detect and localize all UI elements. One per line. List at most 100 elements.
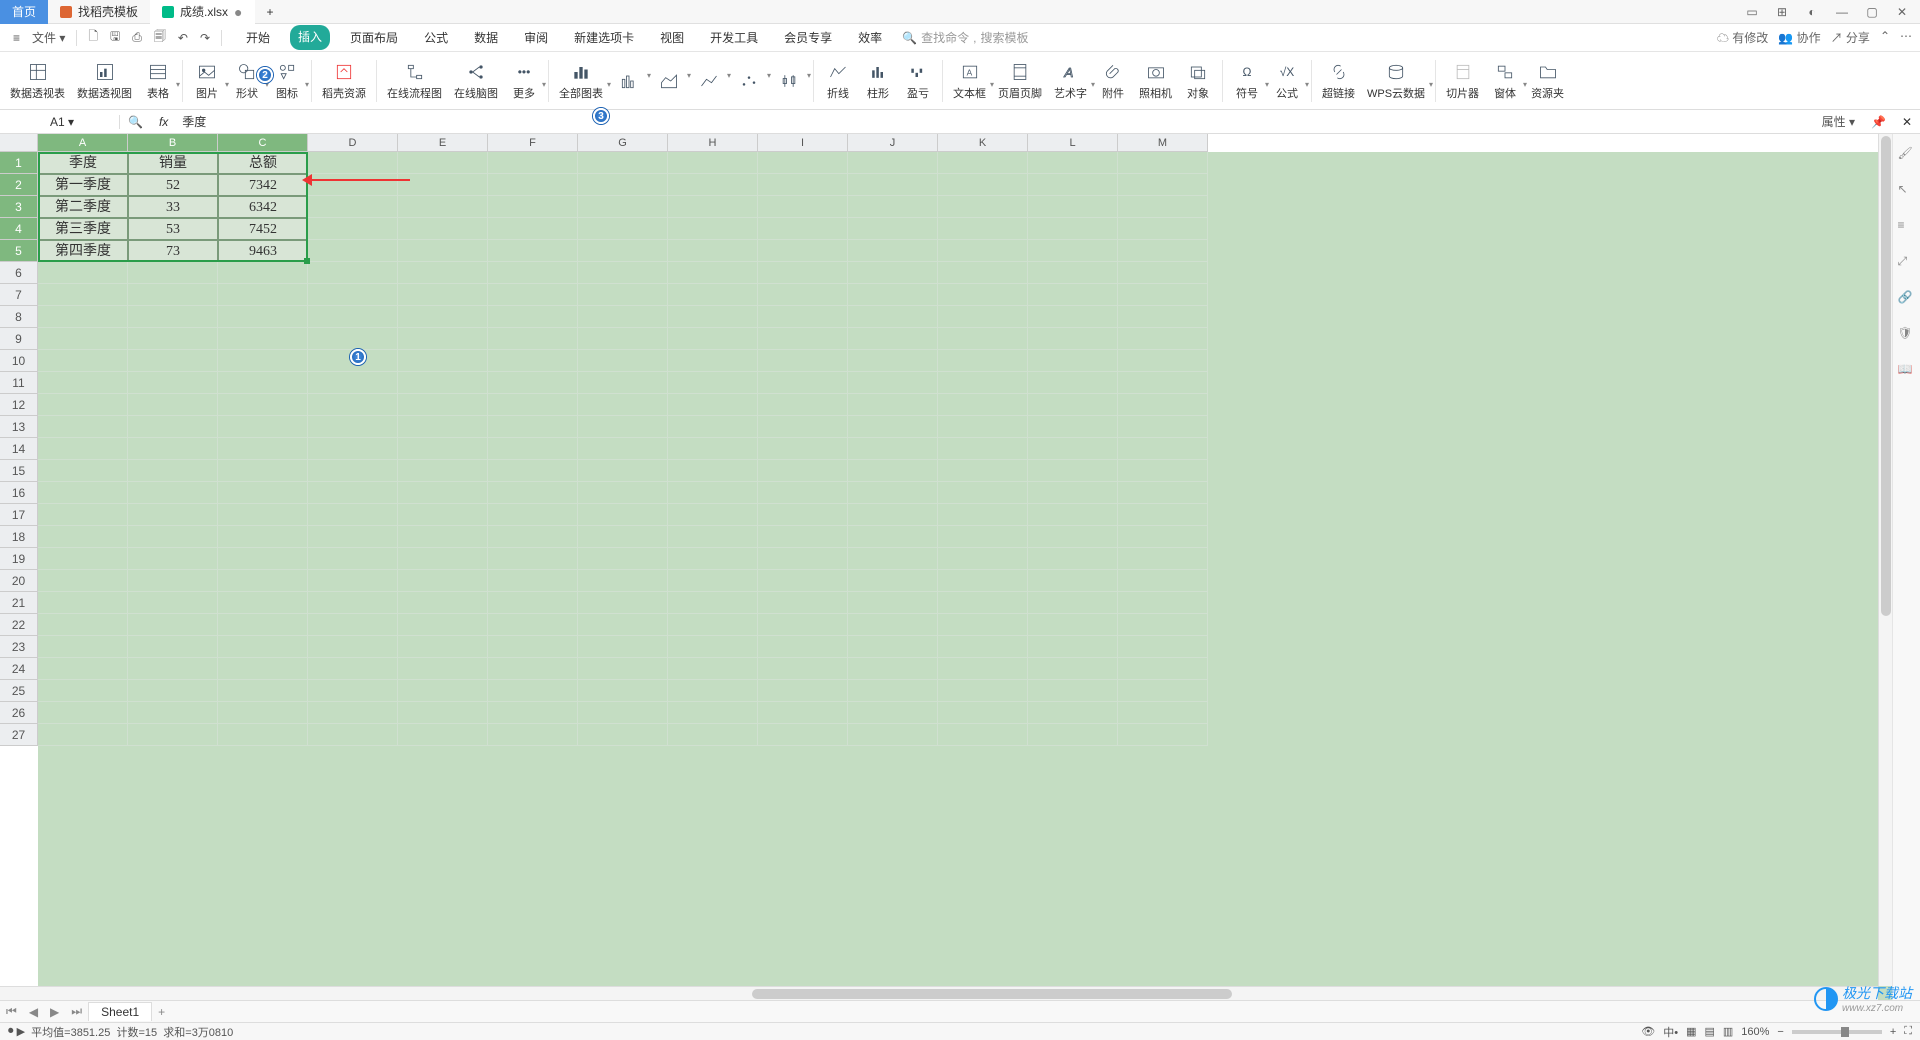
cell-A10[interactable] [38, 350, 128, 372]
cell-A8[interactable] [38, 306, 128, 328]
sheet-tab-1[interactable]: Sheet1 [88, 1002, 152, 1021]
cell-M12[interactable] [1118, 394, 1208, 416]
cell-J10[interactable] [848, 350, 938, 372]
cell-I6[interactable] [758, 262, 848, 284]
cell-G8[interactable] [578, 306, 668, 328]
cell-A5[interactable]: 第四季度 [38, 240, 128, 262]
new-file-icon[interactable]: 🗋 [83, 24, 103, 51]
sparkline-column-button[interactable]: 柱形 [858, 59, 898, 103]
cell-E14[interactable] [398, 438, 488, 460]
column-header-C[interactable]: C [218, 134, 308, 152]
file-tab[interactable]: 成绩.xlsx ● [150, 0, 254, 24]
cell-I12[interactable] [758, 394, 848, 416]
cell-E10[interactable] [398, 350, 488, 372]
cell-B3[interactable]: 33 [128, 196, 218, 218]
symbol-button[interactable]: Ω符号 [1227, 59, 1267, 103]
cell-E26[interactable] [398, 702, 488, 724]
column-header-I[interactable]: I [758, 134, 848, 152]
cell-F24[interactable] [488, 658, 578, 680]
cell-H25[interactable] [668, 680, 758, 702]
cell-D8[interactable] [308, 306, 398, 328]
cell-G6[interactable] [578, 262, 668, 284]
cell-J6[interactable] [848, 262, 938, 284]
cell-L20[interactable] [1028, 570, 1118, 592]
cell-C16[interactable] [218, 482, 308, 504]
cell-C17[interactable] [218, 504, 308, 526]
cell-F26[interactable] [488, 702, 578, 724]
cell-I11[interactable] [758, 372, 848, 394]
chart-area-icon[interactable] [649, 68, 689, 94]
zoom-in-button[interactable]: + [1890, 1026, 1896, 1038]
view-normal-icon[interactable]: ▦ [1686, 1025, 1696, 1038]
horizontal-scrollbar[interactable] [0, 986, 1878, 1000]
cell-M5[interactable] [1118, 240, 1208, 262]
cell-C6[interactable] [218, 262, 308, 284]
cell-C27[interactable] [218, 724, 308, 746]
chart-line-icon[interactable] [689, 68, 729, 94]
zh-icon[interactable]: 中• [1663, 1024, 1678, 1040]
cell-K10[interactable] [938, 350, 1028, 372]
sparkline-winloss-button[interactable]: 盈亏 [898, 59, 938, 103]
cell-A4[interactable]: 第三季度 [38, 218, 128, 240]
cell-A23[interactable] [38, 636, 128, 658]
zoom-label[interactable]: 160% [1741, 1026, 1769, 1038]
cell-A25[interactable] [38, 680, 128, 702]
cell-M25[interactable] [1118, 680, 1208, 702]
cell-G22[interactable] [578, 614, 668, 636]
cell-L1[interactable] [1028, 152, 1118, 174]
zoom-out-button[interactable]: − [1777, 1026, 1783, 1038]
cell-A15[interactable] [38, 460, 128, 482]
cell-A12[interactable] [38, 394, 128, 416]
column-header-K[interactable]: K [938, 134, 1028, 152]
cell-I17[interactable] [758, 504, 848, 526]
cell-H20[interactable] [668, 570, 758, 592]
cell-J24[interactable] [848, 658, 938, 680]
cell-E13[interactable] [398, 416, 488, 438]
tab-dev-tools[interactable]: 开发工具 [704, 25, 764, 50]
cell-C8[interactable] [218, 306, 308, 328]
cell-H23[interactable] [668, 636, 758, 658]
cell-K20[interactable] [938, 570, 1028, 592]
cell-K26[interactable] [938, 702, 1028, 724]
cell-H18[interactable] [668, 526, 758, 548]
cell-B6[interactable] [128, 262, 218, 284]
cell-H14[interactable] [668, 438, 758, 460]
cell-L26[interactable] [1028, 702, 1118, 724]
cell-C23[interactable] [218, 636, 308, 658]
column-header-A[interactable]: A [38, 134, 128, 152]
minimize-button[interactable]: — [1832, 2, 1852, 22]
cell-D20[interactable] [308, 570, 398, 592]
zoom-slider[interactable] [1792, 1030, 1882, 1034]
cell-B15[interactable] [128, 460, 218, 482]
cell-G12[interactable] [578, 394, 668, 416]
stop-macro-icon[interactable]: ▶ [17, 1025, 25, 1038]
cell-E17[interactable] [398, 504, 488, 526]
close-panel-icon[interactable]: ✕ [1894, 115, 1920, 129]
pin-icon[interactable]: 📌 [1863, 115, 1894, 129]
cell-J16[interactable] [848, 482, 938, 504]
select-icon[interactable]: ↖ [1898, 182, 1916, 200]
cell-J21[interactable] [848, 592, 938, 614]
cell-H26[interactable] [668, 702, 758, 724]
cell-L7[interactable] [1028, 284, 1118, 306]
settings-icon[interactable]: ≡ [1898, 218, 1916, 236]
cell-H3[interactable] [668, 196, 758, 218]
cell-I8[interactable] [758, 306, 848, 328]
cell-G21[interactable] [578, 592, 668, 614]
cell-D4[interactable] [308, 218, 398, 240]
tab-insert[interactable]: 插入 [290, 25, 330, 50]
eye-icon[interactable]: 👁 [1641, 1025, 1655, 1038]
cell-I1[interactable] [758, 152, 848, 174]
pivot-chart-button[interactable]: 数据透视图 [71, 59, 138, 103]
cell-I25[interactable] [758, 680, 848, 702]
cell-J2[interactable] [848, 174, 938, 196]
cell-L6[interactable] [1028, 262, 1118, 284]
chart-scatter-icon[interactable] [729, 68, 769, 94]
cell-K25[interactable] [938, 680, 1028, 702]
cell-C3[interactable]: 6342 [218, 196, 308, 218]
row-header-16[interactable]: 16 [0, 482, 38, 504]
cell-E18[interactable] [398, 526, 488, 548]
all-charts-button[interactable]: 全部图表 [553, 59, 609, 103]
cell-D16[interactable] [308, 482, 398, 504]
cell-E3[interactable] [398, 196, 488, 218]
